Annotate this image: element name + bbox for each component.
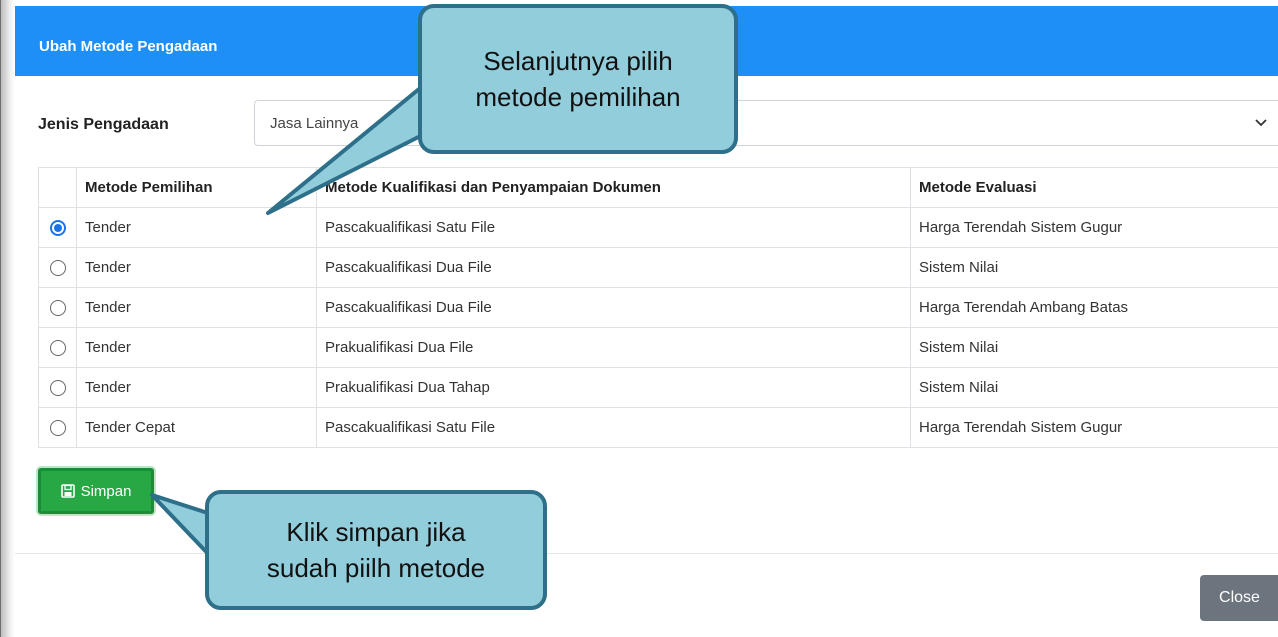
cell-evaluasi: Sistem Nilai <box>910 247 1278 288</box>
table-row[interactable]: Tender Prakualifikasi Dua File Sistem Nila… <box>38 327 1278 368</box>
callout-click-save: Klik simpan jika sudah piilh metode <box>205 490 547 610</box>
cell-evaluasi: Sistem Nilai <box>910 367 1278 408</box>
row-radio-cell <box>38 207 77 248</box>
callout-select-method: Selanjutnya pilih metode pemilihan <box>418 4 738 154</box>
column-header-select <box>38 167 77 208</box>
modal-title: Ubah Metode Pengadaan <box>39 38 218 55</box>
cell-kualifikasi: Pascakualifikasi Dua File <box>316 247 911 288</box>
table-row[interactable]: Tender Cepat Pascakualifikasi Satu File Ha… <box>38 407 1278 448</box>
cell-pemilihan: Tender <box>76 287 317 328</box>
cell-kualifikasi: Pascakualifikasi Dua File <box>316 287 911 328</box>
cell-pemilihan: Tender <box>76 367 317 408</box>
cell-pemilihan: Tender <box>76 207 317 248</box>
save-button-label: Simpan <box>80 482 132 500</box>
method-radio[interactable] <box>49 260 66 277</box>
cell-kualifikasi: Prakualifikasi Dua Tahap <box>316 367 911 408</box>
table-header-row: Metode Pemilihan Metode Kualifikasi dan … <box>38 167 1278 208</box>
table-row[interactable]: Tender Prakualifikasi Dua Tahap Sistem Nil… <box>38 367 1278 408</box>
procurement-type-select[interactable]: Jasa Lainnya <box>254 100 1278 146</box>
callout-select-line-1: Selanjutnya pilih <box>483 46 673 76</box>
column-header-evaluasi: Metode Evaluasi <box>910 167 1278 208</box>
method-radio[interactable] <box>49 300 66 317</box>
method-radio[interactable] <box>49 220 66 237</box>
callout-save-line-1: Klik simpan jika <box>286 517 466 547</box>
save-button[interactable]: Simpan <box>38 468 154 514</box>
callout-select-line-2: metode pemilihan <box>475 82 681 112</box>
cell-evaluasi: Harga Terendah Sistem Gugur <box>910 207 1278 248</box>
cell-evaluasi: Sistem Nilai <box>910 327 1278 368</box>
column-header-kualifikasi: Metode Kualifikasi dan Penyampaian Dokum… <box>316 167 911 208</box>
method-radio[interactable] <box>49 380 66 397</box>
row-radio-cell <box>38 247 77 288</box>
cell-pemilihan: Tender Cepat <box>76 407 317 448</box>
row-radio-cell <box>38 287 77 328</box>
callout-save-line-2: sudah piilh metode <box>266 553 486 583</box>
save-icon <box>60 484 75 498</box>
table-row[interactable]: Tender Pascakualifikasi Satu File Harga Te… <box>38 207 1278 248</box>
row-radio-cell <box>38 367 77 408</box>
cell-kualifikasi: Pascakualifikasi Satu File <box>316 407 911 448</box>
close-button-label: Close <box>1219 589 1260 606</box>
cell-kualifikasi: Pascakualifikasi Satu File <box>316 207 911 248</box>
row-radio-cell <box>38 407 77 448</box>
table-row[interactable]: Tender Pascakualifikasi Dua File Sistem Ni… <box>38 247 1278 288</box>
procurement-type-value: Jasa Lainnya <box>270 115 359 132</box>
method-radio[interactable] <box>49 340 66 357</box>
cell-kualifikasi: Prakualifikasi Dua File <box>316 327 911 368</box>
procurement-type-label: Jenis Pengadaan <box>38 116 169 133</box>
row-radio-cell <box>38 327 77 368</box>
chevron-down-icon <box>1255 119 1267 127</box>
cell-evaluasi: Harga Terendah Ambang Batas <box>910 287 1278 328</box>
cell-pemilihan: Tender <box>76 247 317 288</box>
table-row[interactable]: Tender Pascakualifikasi Dua File Harga Ter… <box>38 287 1278 328</box>
cell-pemilihan: Tender <box>76 327 317 368</box>
close-button[interactable]: Close <box>1200 575 1278 621</box>
method-radio[interactable] <box>49 420 66 437</box>
cell-evaluasi: Harga Terendah Sistem Gugur <box>910 407 1278 448</box>
method-table: Metode Pemilihan Metode Kualifikasi dan … <box>38 167 1278 448</box>
column-header-pemilihan: Metode Pemilihan <box>76 167 317 208</box>
